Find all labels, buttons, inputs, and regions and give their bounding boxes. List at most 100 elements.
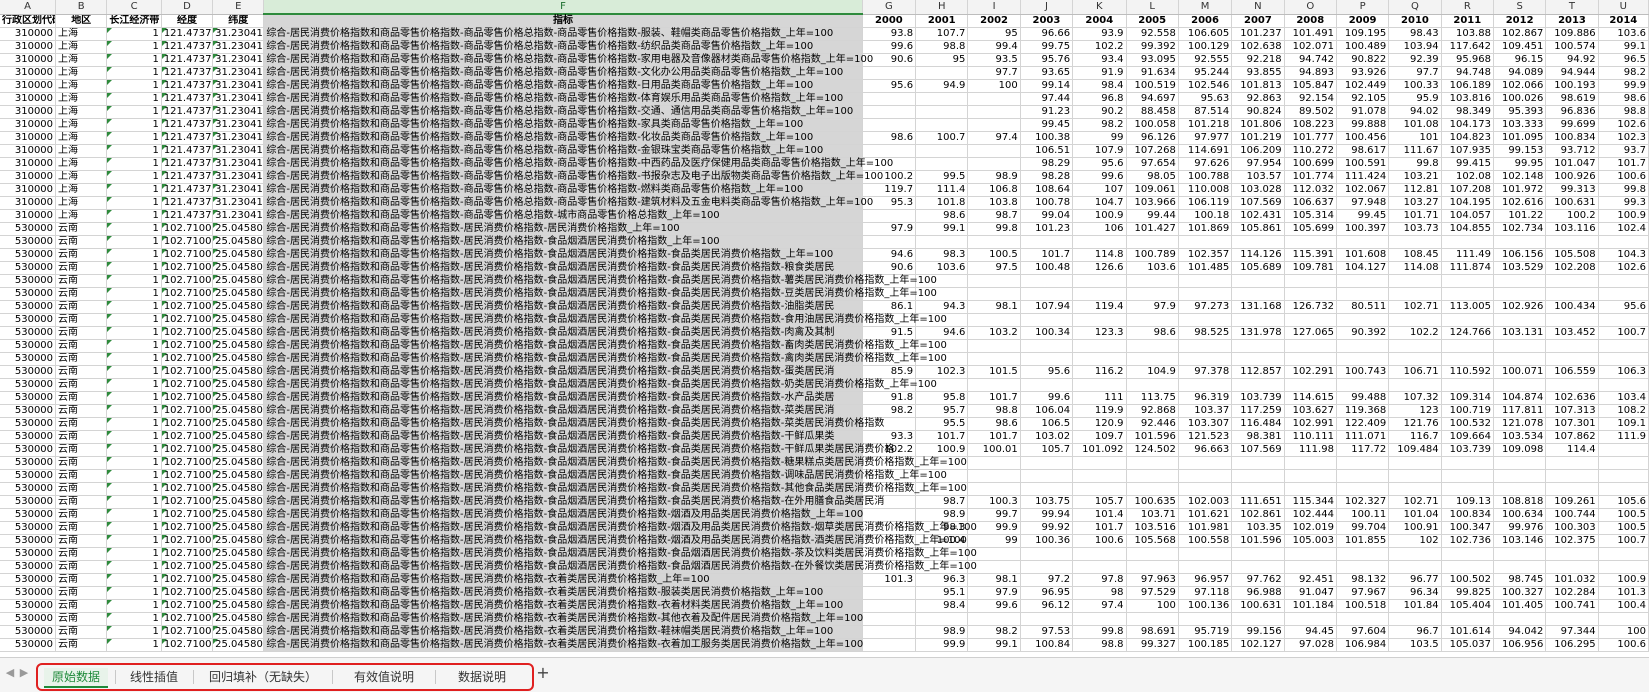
table-cell[interactable]: 101.032	[1545, 573, 1599, 587]
table-cell[interactable]: 100.34	[1020, 326, 1074, 340]
table-cell[interactable]: 31.230416	[212, 105, 265, 119]
table-cell[interactable]: 95.244	[1178, 66, 1233, 80]
table-cell[interactable]: 云南	[55, 417, 108, 431]
table-cell[interactable]	[1441, 339, 1494, 353]
table-cell[interactable]: 102.710002	[161, 469, 214, 483]
table-cell[interactable]: 530000	[0, 313, 57, 327]
table-cell[interactable]: 101.08	[1388, 118, 1442, 132]
table-cell[interactable]: 25.045806	[212, 326, 265, 340]
table-cell[interactable]: 103.88	[1441, 27, 1494, 41]
table-cell[interactable]: 530000	[0, 599, 57, 613]
table-cell[interactable]: 93.926	[1336, 66, 1390, 80]
table-cell[interactable]: 101.04	[1388, 508, 1442, 522]
table-cell[interactable]: 1	[106, 313, 162, 327]
table-cell[interactable]: 105.689	[1231, 261, 1285, 275]
table-cell[interactable]	[1020, 287, 1074, 301]
table-cell[interactable]: 102.710002	[161, 456, 214, 470]
table-cell[interactable]: 云南	[55, 495, 108, 509]
table-cell[interactable]: 云南	[55, 248, 108, 262]
table-cell[interactable]: 109.7	[1072, 430, 1127, 444]
table-cell[interactable]: 102.710002	[161, 443, 214, 457]
header-cell[interactable]: 2002	[967, 14, 1021, 28]
table-cell[interactable]	[862, 209, 917, 223]
table-cell[interactable]: 99.488	[1336, 391, 1390, 405]
table-cell[interactable]: 102.067	[1336, 183, 1390, 197]
column-header-l[interactable]: L	[1126, 0, 1179, 15]
table-cell[interactable]: 104.057	[1441, 209, 1494, 223]
table-cell[interactable]: 98.7	[915, 495, 969, 509]
table-cell[interactable]: 98.7	[967, 209, 1021, 223]
table-cell[interactable]: 93.5	[967, 53, 1021, 67]
table-cell[interactable]	[1284, 287, 1337, 301]
table-cell[interactable]: 105.847	[1284, 79, 1337, 93]
table-cell[interactable]: 综合-居民消费价格指数和商品零售价格指数-居民消费价格指数-食品烟酒居民消费价格…	[263, 326, 863, 340]
table-cell[interactable]: 96.77	[1388, 573, 1442, 587]
table-cell[interactable]: 综合-居民消费价格指数和商品零售价格指数-商品零售价格总指数-商品零售价格指数-…	[263, 118, 863, 132]
table-cell[interactable]: 102.710002	[161, 404, 214, 418]
table-cell[interactable]: 25.045806	[212, 586, 265, 600]
table-cell[interactable]: 102.636	[1545, 391, 1599, 405]
table-cell[interactable]	[1388, 560, 1442, 574]
table-cell[interactable]: 1	[106, 638, 162, 652]
table-cell[interactable]: 25.045806	[212, 313, 265, 327]
table-cell[interactable]: 100.9	[1072, 209, 1127, 223]
table-cell[interactable]: 93.9	[1072, 27, 1127, 41]
table-cell[interactable]: 25.045806	[212, 443, 265, 457]
table-cell[interactable]: 107.935	[1441, 144, 1494, 158]
table-cell[interactable]: 97.028	[1284, 638, 1337, 652]
table-cell[interactable]: 108.818	[1493, 495, 1547, 509]
table-cell[interactable]	[1493, 274, 1547, 288]
table-cell[interactable]: 100	[1126, 599, 1179, 613]
table-cell[interactable]	[1072, 482, 1127, 496]
table-cell[interactable]: 101.3	[1598, 586, 1649, 600]
table-cell[interactable]: 97.273	[1178, 300, 1233, 314]
table-cell[interactable]	[1545, 287, 1599, 301]
table-cell[interactable]	[1020, 235, 1074, 249]
table-cell[interactable]: 31.230416	[212, 40, 265, 54]
table-cell[interactable]: 103.816	[1441, 92, 1494, 106]
table-cell[interactable]: 1	[106, 352, 162, 366]
table-cell[interactable]	[967, 287, 1021, 301]
table-cell[interactable]: 116.484	[1231, 417, 1285, 431]
table-cell[interactable]: 103.529	[1493, 261, 1547, 275]
table-cell[interactable]: 109.314	[1441, 391, 1494, 405]
table-cell[interactable]	[915, 92, 969, 106]
table-cell[interactable]: 综合-居民消费价格指数和商品零售价格指数-居民消费价格指数-食品烟酒居民消费价格…	[263, 300, 863, 314]
table-cell[interactable]: 100.834	[1441, 508, 1494, 522]
table-cell[interactable]: 95	[967, 27, 1021, 41]
table-cell[interactable]: 99.45	[1020, 118, 1074, 132]
table-cell[interactable]	[1545, 547, 1599, 561]
table-cell[interactable]	[1336, 378, 1390, 392]
table-cell[interactable]: 100.7	[915, 131, 969, 145]
table-cell[interactable]: 92.39	[1388, 53, 1442, 67]
table-cell[interactable]	[967, 612, 1021, 626]
table-cell[interactable]: 88.458	[1126, 105, 1179, 119]
table-cell[interactable]: 99.8	[1072, 625, 1127, 639]
table-cell[interactable]: 100.11	[1336, 508, 1390, 522]
table-cell[interactable]: 121.473701	[161, 144, 214, 158]
table-cell[interactable]	[967, 105, 1021, 119]
table-cell[interactable]	[1336, 482, 1390, 496]
table-cell[interactable]: 122.409	[1336, 417, 1390, 431]
table-cell[interactable]: 98.9	[967, 170, 1021, 184]
table-cell[interactable]	[1231, 547, 1285, 561]
table-cell[interactable]: 102.736	[1441, 534, 1494, 548]
table-cell[interactable]: 102.449	[1336, 79, 1390, 93]
table-cell[interactable]: 31.230416	[212, 79, 265, 93]
table-cell[interactable]: 98.3	[915, 248, 969, 262]
table-cell[interactable]: 121.473701	[161, 183, 214, 197]
table-cell[interactable]	[1336, 547, 1390, 561]
table-cell[interactable]: 97.378	[1178, 365, 1233, 379]
table-cell[interactable]: 94.697	[1126, 92, 1179, 106]
table-cell[interactable]	[1545, 456, 1599, 470]
table-cell[interactable]: 310000	[0, 157, 57, 171]
table-cell[interactable]: 102.019	[1284, 521, 1337, 535]
table-cell[interactable]: 1	[106, 599, 162, 613]
table-cell[interactable]: 上海	[55, 118, 108, 132]
table-cell[interactable]: 109.451	[1493, 40, 1547, 54]
table-cell[interactable]: 综合-居民消费价格指数和商品零售价格指数-商品零售价格总指数-商品零售价格指数-…	[263, 183, 863, 197]
table-cell[interactable]: 107.569	[1231, 196, 1285, 210]
table-cell[interactable]: 100.635	[1126, 495, 1179, 509]
table-cell[interactable]	[1598, 339, 1649, 353]
table-cell[interactable]: 综合-居民消费价格指数和商品零售价格指数-居民消费价格指数-食品烟酒居民消费价格…	[263, 417, 884, 431]
